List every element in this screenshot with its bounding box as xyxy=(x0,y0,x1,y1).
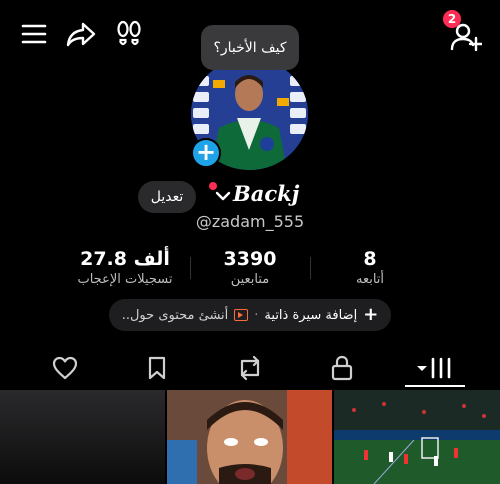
edit-profile-button[interactable]: تعديل xyxy=(138,181,196,213)
bookmark-icon xyxy=(148,356,166,380)
following-count: 8 xyxy=(363,248,377,270)
menu-icon[interactable] xyxy=(18,20,50,48)
video-create-icon xyxy=(234,309,249,321)
repost-icon xyxy=(240,355,260,381)
stat-likes[interactable]: 27.8 ألف تسجيلات الإعجاب xyxy=(70,248,180,287)
chevron-down-icon[interactable] xyxy=(213,186,233,206)
video-grid xyxy=(0,390,500,484)
likes-count: 27.8 ألف xyxy=(80,248,170,270)
likes-label: تسجيلات الإعجاب xyxy=(77,272,173,287)
add-avatar-button[interactable]: + xyxy=(191,138,221,168)
username: @zadam_555 xyxy=(195,212,305,231)
video-thumbnail[interactable] xyxy=(167,390,332,484)
reposts-tab[interactable] xyxy=(220,348,280,388)
display-name[interactable]: Backj xyxy=(233,181,299,206)
grid-bars-icon xyxy=(417,357,451,379)
following-label: أتابعه xyxy=(355,272,385,287)
active-tab-indicator xyxy=(405,385,465,387)
videos-grid-tab[interactable] xyxy=(405,348,465,388)
heart-icon xyxy=(52,356,78,380)
followers-label: متابعين xyxy=(230,272,270,287)
profile-tabs xyxy=(0,348,500,388)
create-content-link[interactable]: أنشئ محتوى حول.. xyxy=(122,308,229,323)
stat-following[interactable]: 8 أتابعه xyxy=(320,248,420,287)
footprints-icon[interactable] xyxy=(112,18,146,50)
add-bio-link[interactable]: إضافة سيرة ذاتية xyxy=(264,308,357,323)
followers-count: 3390 xyxy=(223,248,277,270)
video-thumbnail[interactable] xyxy=(0,390,165,484)
private-tab[interactable] xyxy=(312,348,372,388)
plus-icon: + xyxy=(363,304,379,325)
video-thumbnail[interactable] xyxy=(334,390,500,484)
lock-icon xyxy=(331,355,353,381)
status-speech-bubble[interactable]: كيف الأخبار؟ xyxy=(201,25,299,70)
favorites-tab[interactable] xyxy=(127,348,187,388)
stat-divider xyxy=(310,257,311,279)
bio-actions-pill: + إضافة سيرة ذاتية · أنشئ محتوى حول.. xyxy=(109,299,391,331)
bio-separator: · xyxy=(254,307,259,323)
share-icon[interactable] xyxy=(64,18,98,50)
liked-tab[interactable] xyxy=(35,348,95,388)
notification-badge: 2 xyxy=(443,10,461,28)
stat-followers[interactable]: 3390 متابعين xyxy=(200,248,300,287)
stat-divider xyxy=(190,257,191,279)
